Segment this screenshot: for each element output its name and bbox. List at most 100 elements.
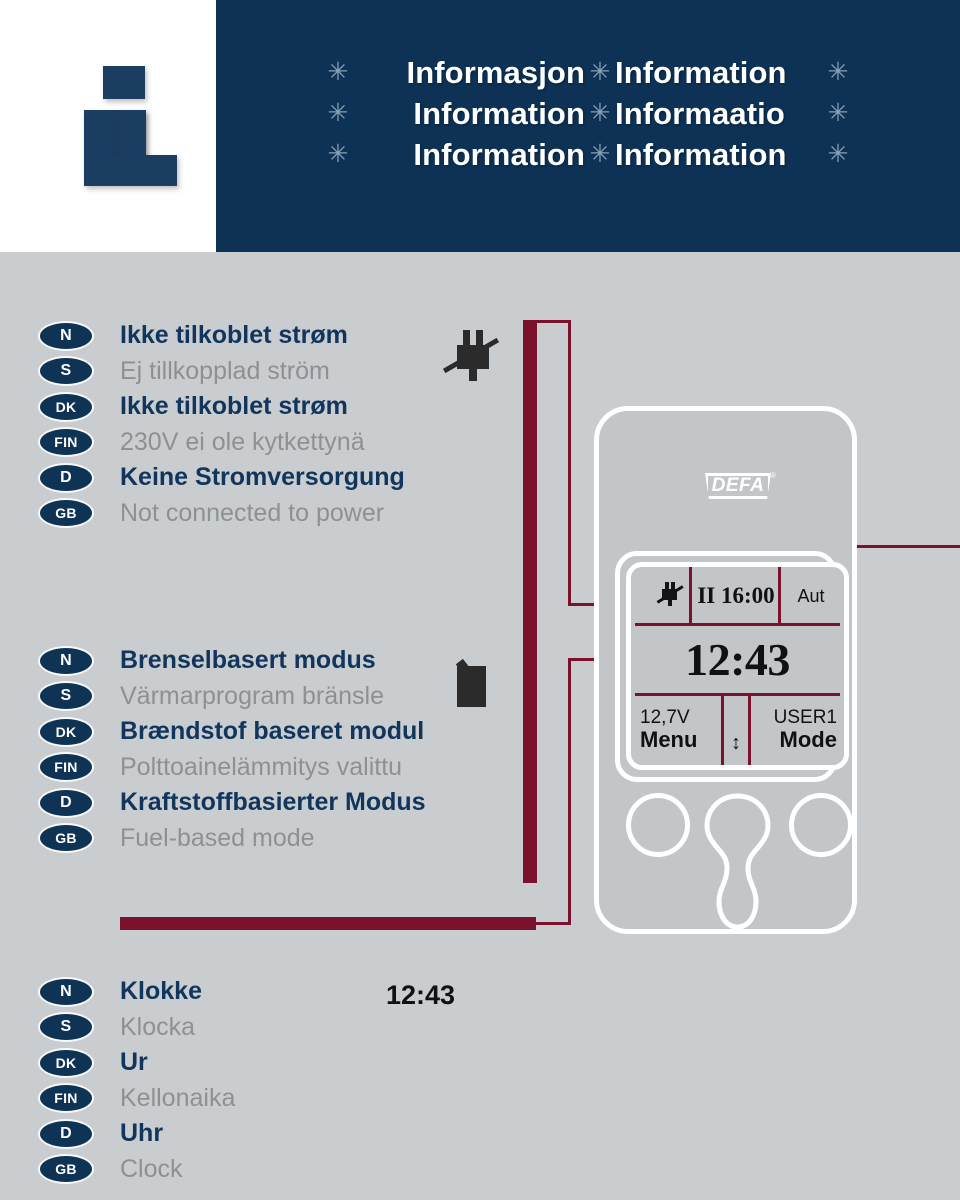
text-block-clock: N Klokke 12:43 S Klocka DK Ur FIN Kellon… [0,974,560,1187]
defa-logo-text: DEFA [711,475,765,496]
translation-text: Uhr [120,1119,164,1148]
snowflake-icon: ✳ [327,58,349,86]
registered-mark: ® [770,471,776,480]
lang-badge-fin: FIN [40,1085,92,1112]
translation-text: Clock [120,1154,183,1183]
lcd-divider-v1 [689,567,692,623]
left-button[interactable] [626,793,690,857]
connector-top-vertical [568,320,571,606]
lcd-bottom-left: 12,7V Menu [637,697,721,763]
crossed-plug-icon [441,327,501,382]
header-word: Information [615,54,787,90]
translation-text: Ur [120,1048,148,1077]
lcd-bottom-right: USER1 Mode [752,697,840,763]
snowflake-icon: ✳ [827,58,849,86]
list-item: D Keine Stromversorgung [0,460,560,496]
lcd-auto-indicator: Aut [797,585,825,606]
list-item: FIN 230V ei ole kytkettynä [0,425,560,461]
header-word: Informaatio [615,95,785,131]
list-item: S Klocka [0,1010,560,1046]
list-item: DK Brændstof baseret modul [0,714,560,750]
lcd-clock-value: 12:43 [685,633,790,685]
translation-text: Fuel-based mode [120,823,315,852]
connector-bottom-elbow [533,922,571,925]
list-item: FIN Kellonaika [0,1081,560,1117]
snowflake-icon: ✳ [827,99,849,127]
page-header: ✳ Informasjon ✳ Information ✳ ✳ Informat… [0,0,960,252]
lang-badge-dk: DK [40,718,92,745]
snowflake-icon: ✳ [327,140,349,168]
translation-text: Brenselbasert modus [120,646,376,675]
translation-text: Not connected to power [120,498,385,527]
header-word: Information [615,136,787,172]
connector-lower-vertical [568,658,571,925]
translation-text: Klokke [120,977,202,1006]
translation-text: Ikke tilkoblet strøm [120,392,348,421]
header-word: Information [413,136,585,172]
right-button[interactable] [789,793,853,857]
lang-badge-dk: DK [40,1049,92,1076]
translation-text: Brændstof baseret modul [120,717,425,746]
list-item: GB Not connected to power [0,496,560,532]
lcd-updown-arrows-icon[interactable]: ↕ [724,697,748,763]
crossed-plug-icon [656,581,684,607]
translation-text: Kellonaika [120,1083,236,1112]
list-item: D Uhr [0,1116,560,1152]
lang-badge-d: D [40,789,92,816]
header-line-2: ✳ Information ✳ Informaatio ✳ [216,93,960,134]
connector-bottom-horizontal-bar [120,917,536,930]
lang-badge-fin: FIN [40,754,92,781]
info-icon [72,66,180,186]
list-item: GB Fuel-based mode [0,821,560,857]
lang-badge-gb: GB [40,500,92,527]
center-rocker-button[interactable] [700,791,775,931]
fuel-heater-icon [455,650,510,707]
plug-cable [668,600,672,606]
translation-text: Klocka [120,1012,196,1041]
snowflake-icon: ✳ [589,58,611,86]
info-icon-dot [103,66,145,99]
lang-badge-n: N [40,978,92,1005]
list-item: DK Ur [0,1045,560,1081]
clock-value: 12:43 [386,980,456,1010]
center-rocker-shape [704,793,771,930]
lcd-program-time: II 16:00 [697,583,775,608]
translation-text: 230V ei ole kytkettynä [120,427,365,456]
defa-brand-logo: DEFA ® [705,471,776,499]
lcd-voltage: 12,7V [640,706,690,728]
lcd-display: II 16:00 Aut 12:43 12,7V Menu ↕ USER1 Mo… [631,567,844,765]
translation-text: Värmarprogram bränsle [120,681,384,710]
lcd-divider-h2 [635,693,840,696]
header-word: Informasjon [406,54,585,90]
list-item: GB Clock [0,1152,560,1188]
snowflake-icon: ✳ [589,140,611,168]
lang-badge-gb: GB [40,1156,92,1183]
header-line-1: ✳ Informasjon ✳ Information ✳ [216,52,960,93]
lang-badge-fin: FIN [40,429,92,456]
lang-badge-dk: DK [40,393,92,420]
translation-text: Ikke tilkoblet strøm [120,321,348,350]
lang-badge-s: S [40,1014,92,1041]
info-icon-stem [119,110,146,156]
lang-badge-n: N [40,647,92,674]
lcd-divider-v4 [748,696,751,765]
lcd-divider-v2 [778,567,781,623]
info-icon-base [84,155,177,186]
translation-text: Kraftstoffbasierter Modus [120,788,426,817]
translation-text: Polttoainelämmitys valittu [120,752,403,781]
lang-badge-s: S [40,683,92,710]
header-title-lines: ✳ Informasjon ✳ Information ✳ ✳ Informat… [216,52,960,192]
snowflake-icon: ✳ [827,140,849,168]
fuel-heater-body [457,666,486,707]
list-item: DK Ikke tilkoblet strøm [0,389,560,425]
list-item: D Kraftstoffbasierter Modus [0,785,560,821]
lang-badge-n: N [40,322,92,349]
snowflake-icon: ✳ [327,99,349,127]
lcd-menu-key-label[interactable]: Menu [640,727,697,752]
lang-badge-gb: GB [40,825,92,852]
lcd-mode-key-label[interactable]: Mode [780,727,837,752]
translation-text: Ej tillkopplad ström [120,356,330,385]
snowflake-icon: ✳ [589,99,611,127]
lcd-user-profile: USER1 [773,706,837,728]
lang-badge-d: D [40,1120,92,1147]
